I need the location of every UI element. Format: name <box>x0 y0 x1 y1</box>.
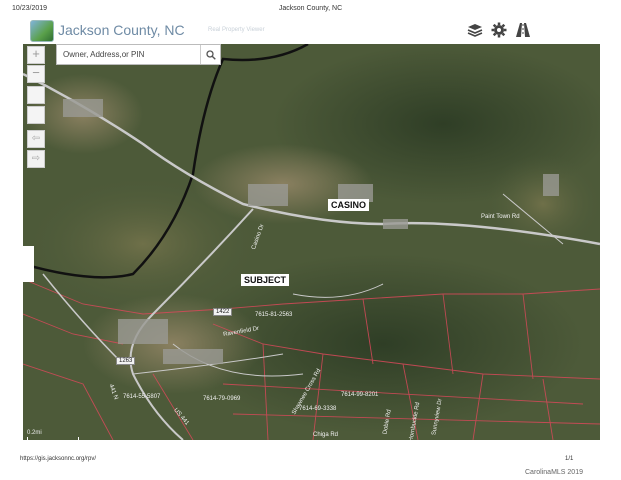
route-shield-1263: 1263 <box>116 357 136 365</box>
extent-nav: ⇦ ⇨ <box>27 130 45 168</box>
parcel-label-3: 7614-69-3338 <box>299 406 337 412</box>
search-box <box>56 44 221 65</box>
map-bottom-strip <box>23 440 600 452</box>
casino-callout: CASINO <box>328 199 370 211</box>
route-shield-1422: 1422 <box>213 308 233 316</box>
scale-label: 0.2mi <box>27 430 42 436</box>
app-header: Jackson County, NC Real Property Viewer <box>0 16 621 44</box>
map-tool-buttons <box>27 86 45 124</box>
app-subtitle: Real Property Viewer <box>208 27 265 33</box>
map-edge-panel <box>23 246 34 282</box>
layers-icon[interactable] <box>467 22 483 38</box>
road-icon[interactable] <box>515 22 531 38</box>
gear-icon[interactable] <box>491 22 507 38</box>
mls-watermark: CarolinaMLS 2019 <box>525 469 583 476</box>
parcel-label-2: 7614-79-0969 <box>203 396 241 402</box>
road-label-paint-town: Paint Town Rd <box>481 214 520 220</box>
app-title: Jackson County, NC <box>58 22 185 38</box>
map-tool-button-1[interactable] <box>27 86 45 104</box>
footer-box-left <box>23 440 116 450</box>
print-header: 10/23/2019 Jackson County, NC <box>0 0 621 16</box>
subject-callout: SUBJECT <box>241 274 290 286</box>
road-label-chiga: Chiga Rd <box>313 432 339 438</box>
scale-bar: 0.2mi <box>27 430 79 440</box>
zoom-in-button[interactable]: + <box>27 46 45 64</box>
footer-box-right <box>591 440 600 450</box>
footer-box-center <box>278 440 333 450</box>
parcel-label-5: 7614-55-5807 <box>123 394 161 400</box>
footer-url: https://gis.jacksonnc.org/rpv/ <box>20 456 97 462</box>
next-extent-button[interactable]: ⇨ <box>27 150 45 168</box>
search-icon <box>205 49 216 60</box>
zoom-out-button[interactable]: − <box>27 65 45 83</box>
search-button[interactable] <box>200 45 220 64</box>
page-number: 1/1 <box>565 456 574 462</box>
map-tool-button-2[interactable] <box>27 106 45 124</box>
parcel-label-1: 7615-81-2563 <box>255 312 293 318</box>
map-view[interactable]: + − ⇦ ⇨ CASINO SUBJECT Paint Town Rd Cas… <box>23 44 600 440</box>
print-title: Jackson County, NC <box>278 5 343 12</box>
county-logo <box>30 20 54 42</box>
zoom-control: + − <box>27 46 45 83</box>
parcel-label-4: 7614-99-8201 <box>341 392 379 398</box>
search-input[interactable] <box>57 45 201 64</box>
toolbar <box>467 22 531 38</box>
previous-extent-button[interactable]: ⇦ <box>27 130 45 148</box>
